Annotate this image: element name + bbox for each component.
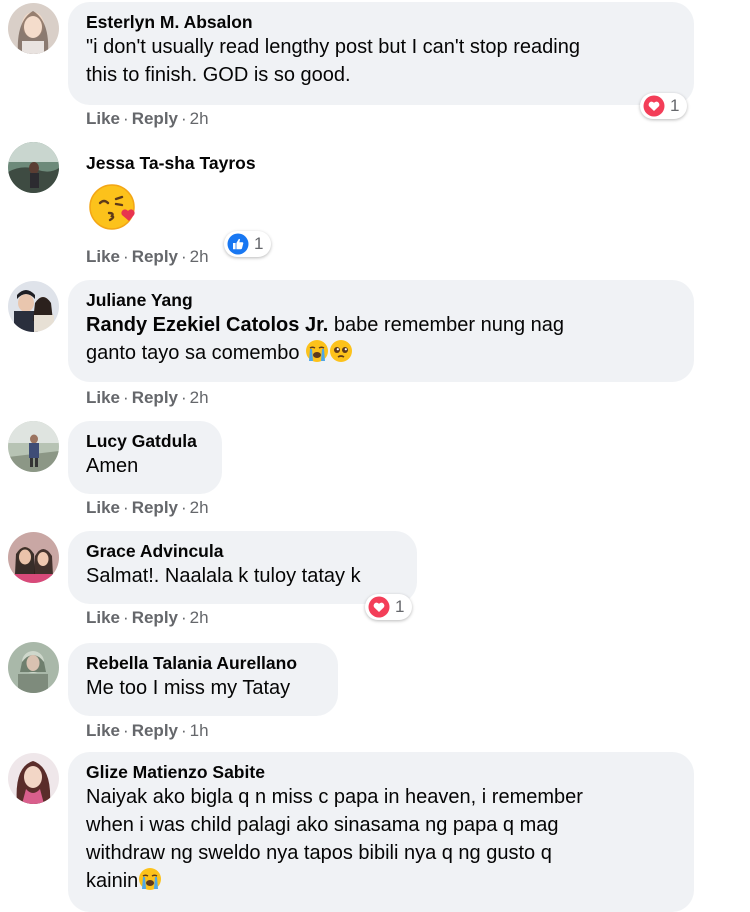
comment-bubble: Lucy Gatdula Amen xyxy=(68,421,222,494)
kissing-face-heart-icon xyxy=(88,183,138,233)
reply-action[interactable]: Reply xyxy=(132,388,178,407)
avatar[interactable] xyxy=(8,142,59,193)
comment-author[interactable]: Rebella Talania Aurellano xyxy=(86,652,320,674)
comment-text: Salmat!. Naalala k tuloy tatay k xyxy=(86,565,361,587)
avatar[interactable] xyxy=(8,753,59,804)
comment-text: Randy Ezekiel Catolos Jr. babe remember … xyxy=(86,314,565,364)
comment-bubble: Juliane Yang Randy Ezekiel Catolos Jr. b… xyxy=(68,280,694,382)
comment-actions: Like · Reply · 2h xyxy=(86,109,209,128)
comment-actions: Like · Reply · 2h xyxy=(86,247,209,266)
avatar[interactable] xyxy=(8,642,59,693)
timestamp[interactable]: 2h xyxy=(190,388,209,407)
reaction-count[interactable]: 1 xyxy=(365,594,413,620)
comment-actions: Like · Reply · 2h xyxy=(86,608,209,627)
loudly-crying-face-icon xyxy=(138,867,162,891)
comment-bubble: Glize Matienzo Sabite Naiyak ako bigla q… xyxy=(68,752,694,912)
like-action[interactable]: Like xyxy=(86,721,120,740)
comment-bubble: Grace Advincula Salmat!. Naalala k tuloy… xyxy=(68,531,417,604)
reaction-count[interactable]: 1 xyxy=(640,93,688,119)
timestamp[interactable]: 2h xyxy=(190,608,209,627)
like-action[interactable]: Like xyxy=(86,109,120,128)
like-action[interactable]: Like xyxy=(86,498,120,517)
comment-bubble: Rebella Talania Aurellano Me too I miss … xyxy=(68,643,338,716)
comment-bubble: Esterlyn M. Absalon "i don't usually rea… xyxy=(68,2,694,105)
reply-action[interactable]: Reply xyxy=(132,498,178,517)
comment-author[interactable]: Glize Matienzo Sabite xyxy=(86,761,676,783)
comment-text: Naiyak ako bigla q n miss c papa in heav… xyxy=(86,786,583,892)
comment-actions: Like · Reply · 1h xyxy=(86,721,209,740)
comment-bubble-plain: Jessa Ta-sha Tayros xyxy=(68,143,268,183)
timestamp[interactable]: 2h xyxy=(190,247,209,266)
like-action[interactable]: Like xyxy=(86,247,120,266)
comment-author[interactable]: Jessa Ta-sha Tayros xyxy=(86,152,256,174)
like-reaction-icon xyxy=(227,233,249,255)
comment-actions: Like · Reply · 2h xyxy=(86,388,209,407)
pleading-face-icon xyxy=(329,339,353,363)
heart-reaction-icon xyxy=(368,596,390,618)
comment-author[interactable]: Grace Advincula xyxy=(86,540,399,562)
comment-author[interactable]: Lucy Gatdula xyxy=(86,430,204,452)
avatar[interactable] xyxy=(8,532,59,583)
like-action[interactable]: Like xyxy=(86,388,120,407)
timestamp[interactable]: 1h xyxy=(190,721,209,740)
timestamp[interactable]: 2h xyxy=(190,109,209,128)
avatar[interactable] xyxy=(8,421,59,472)
comment-text: Amen xyxy=(86,455,139,477)
comment-author[interactable]: Juliane Yang xyxy=(86,289,676,311)
timestamp[interactable]: 2h xyxy=(190,498,209,517)
comment-actions: Like · Reply · 2h xyxy=(86,498,209,517)
comment-text: "i don't usually read lengthy post but I… xyxy=(86,36,580,86)
reply-action[interactable]: Reply xyxy=(132,721,178,740)
loudly-crying-face-icon xyxy=(305,339,329,363)
mention-link[interactable]: Randy Ezekiel Catolos Jr. xyxy=(86,314,328,336)
like-action[interactable]: Like xyxy=(86,608,120,627)
reply-action[interactable]: Reply xyxy=(132,608,178,627)
reaction-count[interactable]: 1 xyxy=(224,231,272,257)
avatar[interactable] xyxy=(8,3,59,54)
heart-reaction-icon xyxy=(643,95,665,117)
reply-action[interactable]: Reply xyxy=(132,247,178,266)
avatar[interactable] xyxy=(8,281,59,332)
comment-author[interactable]: Esterlyn M. Absalon xyxy=(86,11,676,33)
reply-action[interactable]: Reply xyxy=(132,109,178,128)
comment-text: Me too I miss my Tatay xyxy=(86,677,291,699)
